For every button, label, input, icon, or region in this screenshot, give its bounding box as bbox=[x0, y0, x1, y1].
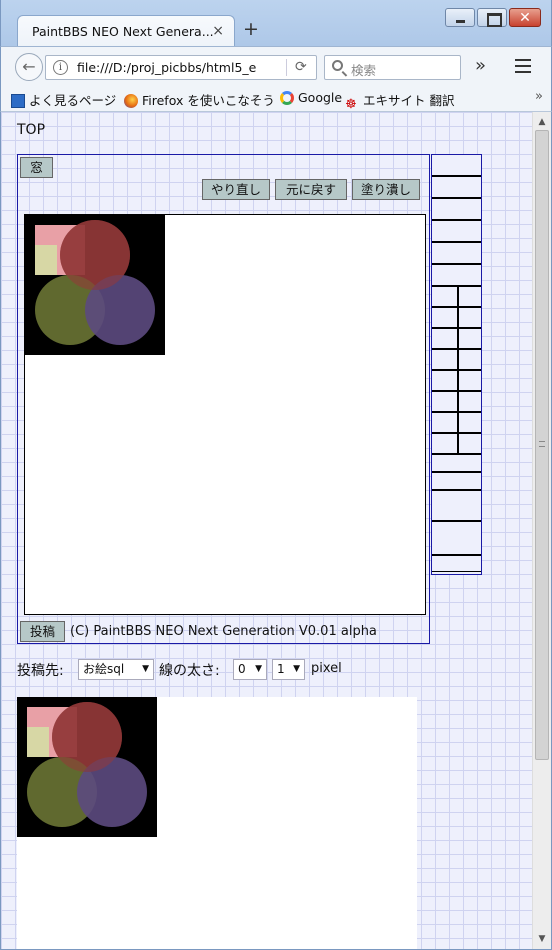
back-arrow-icon: ← bbox=[22, 57, 36, 76]
search-box[interactable]: 検索 bbox=[324, 55, 461, 80]
info-icon[interactable]: i bbox=[53, 60, 68, 75]
destination-select[interactable]: お絵sql ▼ bbox=[78, 659, 154, 680]
navigation-bar: ← i file:///D:/proj_picbbs/html5_e ⟳ 検索 … bbox=[0, 46, 552, 86]
palette-row[interactable] bbox=[432, 265, 481, 287]
search-icon bbox=[332, 60, 343, 71]
undo-button[interactable]: 元に戻す bbox=[275, 179, 347, 200]
line-width-select-a[interactable]: 0 ▼ bbox=[233, 659, 267, 680]
google-icon bbox=[280, 91, 294, 105]
line-width-b-value: 1 bbox=[277, 662, 285, 676]
palette-row[interactable] bbox=[432, 199, 481, 221]
address-divider bbox=[286, 59, 287, 76]
address-text[interactable]: file:///D:/proj_picbbs/html5_e bbox=[77, 60, 256, 75]
chevron-down-icon: ▼ bbox=[293, 664, 300, 674]
top-link[interactable]: TOP bbox=[17, 122, 45, 138]
back-button[interactable]: ← bbox=[15, 53, 43, 81]
search-placeholder: 検索 bbox=[351, 63, 377, 78]
palette-row[interactable] bbox=[432, 455, 481, 473]
bookmark-firefox[interactable]: Firefox を使いこなそう bbox=[124, 90, 275, 109]
palette-row[interactable] bbox=[432, 243, 481, 265]
reload-icon[interactable]: ⟳ bbox=[295, 59, 307, 75]
drawing-canvas[interactable] bbox=[24, 214, 426, 615]
post-button[interactable]: 投稿 bbox=[20, 621, 65, 642]
palette-row[interactable] bbox=[432, 473, 481, 491]
bookmarks-overflow-button[interactable]: » bbox=[535, 89, 543, 104]
bookmark-label: エキサイト 翻訳 bbox=[363, 93, 455, 108]
maximize-button[interactable] bbox=[477, 8, 507, 27]
preview-area bbox=[17, 697, 417, 949]
scrollbar-thumb[interactable] bbox=[535, 130, 549, 760]
palette-divider bbox=[457, 287, 459, 455]
scroll-up-icon[interactable]: ▲ bbox=[533, 114, 551, 130]
vertical-scrollbar[interactable]: ▲ ▼ bbox=[532, 112, 551, 949]
close-window-button[interactable]: ✕ bbox=[509, 8, 541, 27]
paintbbs-applet: 窓 やり直し 元に戻す 塗り潰し 投稿 (C) PaintBBS NEO Nex… bbox=[17, 154, 430, 644]
pixel-unit: pixel bbox=[311, 661, 342, 676]
excite-icon: ☸ bbox=[345, 97, 357, 112]
destination-value: お絵sql bbox=[83, 662, 125, 676]
line-width-a-value: 0 bbox=[238, 662, 246, 676]
scroll-down-icon[interactable]: ▼ bbox=[533, 931, 551, 947]
painting-image bbox=[25, 215, 165, 355]
tab-title: PaintBBS NEO Next Genera... bbox=[32, 24, 214, 39]
bookmarks-bar: よく見るページ Firefox を使いこなそう Google ☸ エキサイト 翻訳… bbox=[0, 86, 552, 112]
palette-row[interactable] bbox=[432, 522, 481, 556]
palette-row[interactable] bbox=[432, 155, 481, 177]
window-controls: ✕ bbox=[445, 8, 541, 27]
new-tab-button[interactable]: + bbox=[243, 19, 259, 39]
chevron-down-icon: ▼ bbox=[142, 664, 149, 674]
preview-image bbox=[17, 697, 157, 837]
minimize-button[interactable] bbox=[445, 8, 475, 27]
copyright-text: (C) PaintBBS NEO Next Generation V0.01 a… bbox=[70, 624, 377, 639]
chevron-down-icon: ▼ bbox=[255, 664, 262, 674]
close-icon: ✕ bbox=[519, 10, 531, 26]
destination-label: 投稿先: bbox=[17, 663, 64, 679]
title-bar: PaintBBS NEO Next Genera... × + ✕ bbox=[0, 0, 552, 47]
line-width-label: 線の太さ: bbox=[159, 663, 220, 679]
bookmark-label: Firefox を使いこなそう bbox=[142, 93, 275, 108]
bookmark-label: Google bbox=[298, 90, 343, 105]
palette-row[interactable] bbox=[432, 556, 481, 572]
tab-close-icon[interactable]: × bbox=[212, 23, 224, 39]
grip-icon bbox=[539, 441, 545, 447]
fill-button[interactable]: 塗り潰し bbox=[352, 179, 420, 200]
firefox-icon bbox=[124, 94, 138, 108]
window-button[interactable]: 窓 bbox=[20, 157, 53, 178]
bookmark-google[interactable]: Google bbox=[280, 90, 342, 105]
bookmark-excite[interactable]: ☸ エキサイト 翻訳 bbox=[345, 90, 454, 112]
address-bar[interactable]: i file:///D:/proj_picbbs/html5_e ⟳ bbox=[45, 55, 317, 80]
palette-row[interactable] bbox=[432, 491, 481, 522]
bookmark-frequent[interactable]: よく見るページ bbox=[11, 90, 116, 109]
page-viewport: TOP 窓 やり直し 元に戻す 塗り潰し 投稿 (C) PaintBBS NEO… bbox=[0, 112, 552, 950]
bookmark-label: よく見るページ bbox=[29, 93, 117, 108]
tool-palette bbox=[431, 154, 482, 575]
bookmark-icon bbox=[11, 94, 25, 108]
palette-row[interactable] bbox=[432, 221, 481, 243]
line-width-select-b[interactable]: 1 ▼ bbox=[272, 659, 305, 680]
palette-row[interactable] bbox=[432, 177, 481, 199]
toolbar-overflow-button[interactable]: » bbox=[475, 55, 486, 76]
redo-button[interactable]: やり直し bbox=[202, 179, 270, 200]
hamburger-menu-icon[interactable] bbox=[515, 59, 531, 73]
browser-tab[interactable]: PaintBBS NEO Next Genera... × bbox=[17, 15, 235, 47]
